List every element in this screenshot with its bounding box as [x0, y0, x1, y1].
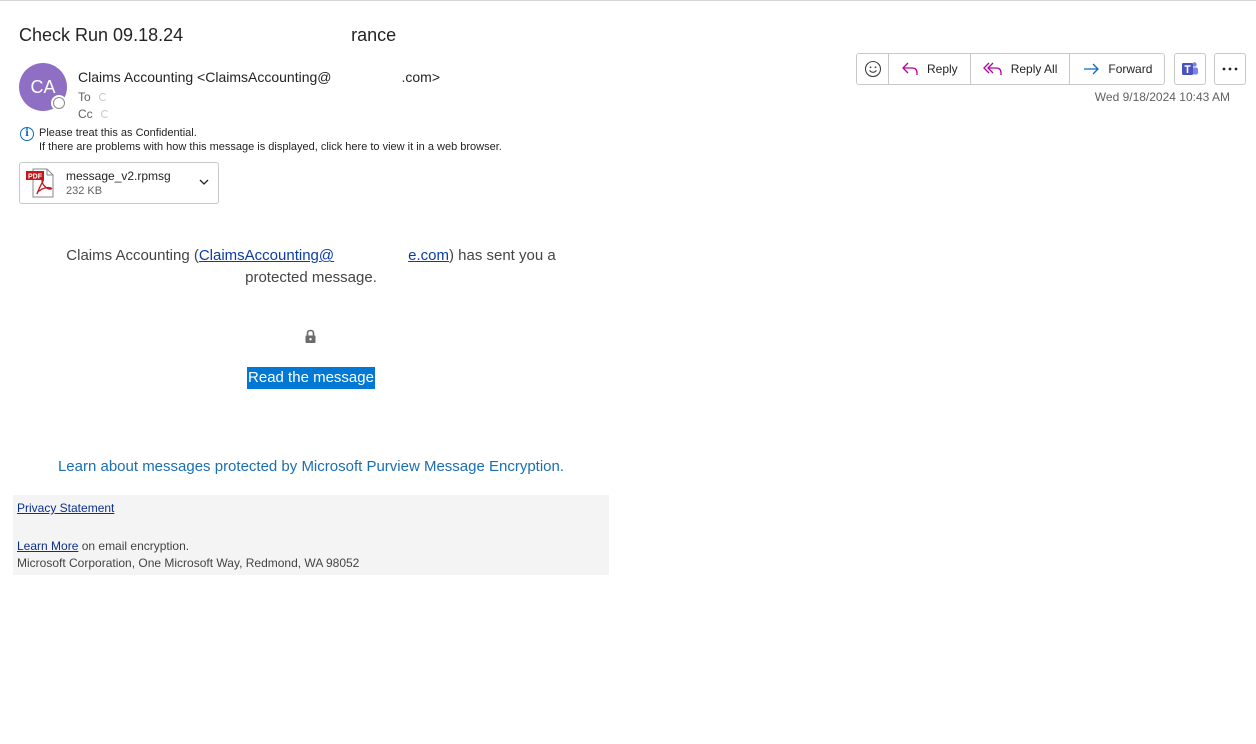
- to-row: To: [78, 90, 107, 104]
- recipient-loading-icon: [100, 110, 109, 118]
- intro-suffix: ) has sent you a: [448, 247, 556, 264]
- subject-prefix: Check Run 09.18.24: [19, 25, 184, 45]
- info-icon: i: [20, 127, 34, 141]
- intro-prefix: Claims Accounting (: [66, 247, 199, 264]
- view-in-browser-notice[interactable]: If there are problems with how this mess…: [39, 140, 502, 154]
- reply-all-button[interactable]: Reply All: [970, 54, 1071, 84]
- reply-button[interactable]: Reply: [889, 54, 971, 84]
- email-reading-pane: Check Run 09.18.24 rance CA Claims Accoun…: [0, 0, 1256, 744]
- cc-row: Cc: [78, 107, 109, 121]
- learn-more-link[interactable]: Learn More: [17, 539, 78, 553]
- privacy-statement-link[interactable]: Privacy Statement: [17, 501, 114, 515]
- redacted-region: [332, 71, 402, 85]
- teams-icon: [1182, 62, 1199, 75]
- message-toolbar: Reply Reply All Forward: [856, 53, 1247, 85]
- chevron-down-icon[interactable]: [198, 176, 210, 188]
- lock-icon: [305, 329, 316, 343]
- encryption-footer: Privacy Statement Learn More on email en…: [13, 495, 609, 575]
- sender-email-link-suffix[interactable]: e.com: [408, 247, 449, 264]
- sender-line[interactable]: Claims Accounting <ClaimsAccounting@ .com…: [78, 69, 440, 85]
- confidential-notice: Please treat this as Confidential.: [39, 127, 197, 139]
- teams-button[interactable]: [1174, 53, 1207, 85]
- learn-more-line: Learn More on email encryption.: [17, 539, 189, 553]
- learn-purview-link[interactable]: Learn about messages protected by Micros…: [0, 458, 622, 475]
- avatar-initials: CA: [30, 76, 56, 97]
- reply-all-icon: [982, 62, 1002, 75]
- forward-label: Forward: [1108, 62, 1153, 76]
- forward-arrow-icon: [1084, 63, 1100, 75]
- info-bar[interactable]: i Please treat this as Confidential. If …: [20, 126, 502, 154]
- email-subject: Check Run 09.18.24 rance: [19, 25, 396, 46]
- pdf-file-icon: PDF: [26, 168, 54, 198]
- redacted-region: [183, 26, 351, 46]
- sender-prefix: Claims Accounting <ClaimsAccounting@: [78, 69, 332, 85]
- protected-message-notice: Claims Accounting (ClaimsAccounting@ e.co…: [0, 245, 622, 289]
- attachment-size: 232 KB: [66, 185, 103, 197]
- attachment-name: message_v2.rpmsg: [66, 169, 171, 183]
- more-options-icon: [1222, 67, 1238, 71]
- intro-line2: protected message.: [245, 269, 377, 286]
- presence-status-icon: [53, 97, 65, 109]
- cc-label: Cc: [78, 107, 93, 121]
- reply-all-label: Reply All: [1010, 62, 1058, 76]
- corporate-address: Microsoft Corporation, One Microsoft Way…: [17, 556, 360, 570]
- subject-suffix: rance: [351, 25, 397, 45]
- reply-icon: [902, 62, 918, 75]
- sent-timestamp: Wed 9/18/2024 10:43 AM: [1094, 90, 1230, 104]
- sender-suffix: .com>: [401, 69, 441, 85]
- to-label: To: [78, 90, 91, 104]
- reply-label: Reply: [927, 62, 958, 76]
- attachment-card[interactable]: PDF message_v2.rpmsg 232 KB: [19, 162, 219, 204]
- more-actions-button[interactable]: [1214, 53, 1247, 85]
- learn-more-suffix: on email encryption.: [78, 539, 190, 553]
- sender-email-link-prefix[interactable]: ClaimsAccounting@: [199, 247, 334, 264]
- recipient-loading-icon: [98, 93, 107, 101]
- svg-text:PDF: PDF: [28, 174, 43, 181]
- read-message-button[interactable]: Read the message: [247, 367, 375, 389]
- forward-button[interactable]: Forward: [1070, 54, 1165, 84]
- emoji-icon: [864, 60, 881, 78]
- reaction-button[interactable]: [857, 54, 889, 84]
- action-button-group: Reply Reply All Forward: [856, 53, 1166, 85]
